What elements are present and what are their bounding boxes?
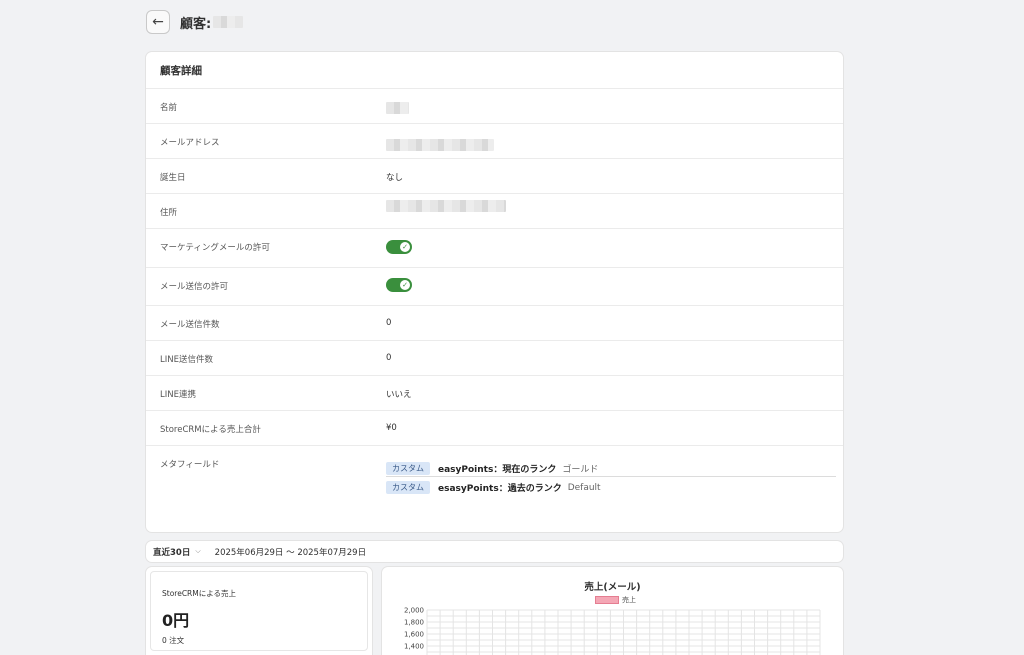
row-line-link: LINE連携 いいえ: [146, 376, 843, 411]
row-email: メールアドレス: [146, 124, 843, 159]
redacted-email: [386, 139, 494, 151]
card-title: 顧客詳細: [146, 52, 843, 89]
metafield-item: カスタム esasyPoints：過去のランク Default: [386, 479, 836, 496]
back-button[interactable]: ←: [146, 10, 170, 34]
row-name: 名前: [146, 89, 843, 124]
metafield-item: カスタム easyPoints：現在のランク ゴールド: [386, 460, 836, 477]
page-header: ← 顧客:: [146, 10, 244, 34]
y-tick-label: 1,600: [404, 631, 424, 639]
check-icon: ✓: [400, 242, 410, 252]
page-title: 顧客:: [180, 13, 244, 32]
row-birthday: 誕生日 なし: [146, 159, 843, 194]
sales-chart-card: 売上(メール) 売上 2,000 1,800 1,600 1,400: [382, 567, 843, 655]
row-marketing-permission: マーケティングメールの許可 ✓: [146, 229, 843, 268]
date-range-text: 2025年06月29日 〜 2025年07月29日: [214, 547, 367, 558]
date-range-bar: 直近30日 ⌵ 2025年06月29日 〜 2025年07月29日: [146, 541, 843, 562]
marketing-email-toggle[interactable]: ✓: [386, 240, 412, 254]
sales-value: 0円: [162, 611, 190, 630]
row-sales-total: StoreCRMによる売上合計 ¥0: [146, 411, 843, 446]
row-address: 住所: [146, 194, 843, 229]
orders-count: 0 注文: [162, 636, 185, 645]
row-metafield: メタフィールド カスタム easyPoints：現在のランク ゴールド カスタム…: [146, 446, 843, 506]
row-mail-permission: メール送信の許可 ✓: [146, 268, 843, 306]
chevron-down-icon[interactable]: ⌵: [195, 547, 200, 556]
mail-send-toggle[interactable]: ✓: [386, 278, 412, 292]
metafield-tag: カスタム: [386, 461, 430, 475]
customer-detail-card: 顧客詳細 名前 メールアドレス 誕生日 なし 住所 マーケティングメールの許可 …: [146, 52, 843, 532]
metafield-tag: カスタム: [386, 481, 430, 494]
row-line-count: LINE送信件数 0: [146, 341, 843, 376]
redacted-customer-name: [213, 16, 244, 28]
sales-summary-box: StoreCRMによる売上 0円 0 注文: [150, 571, 368, 651]
chart-plot: 2,000 1,800 1,600 1,400: [404, 607, 821, 655]
redacted-address: [386, 200, 506, 212]
date-range-select[interactable]: 直近30日: [153, 546, 190, 558]
sales-summary-card: StoreCRMによる売上 0円 0 注文: [146, 567, 372, 655]
arrow-left-icon: ←: [152, 14, 164, 30]
redacted-name: [386, 102, 409, 114]
row-mail-count: メール送信件数 0: [146, 306, 843, 341]
y-tick-label: 1,800: [404, 619, 424, 627]
y-tick-label: 2,000: [404, 607, 424, 615]
check-icon: ✓: [400, 280, 410, 290]
y-tick-label: 1,400: [404, 643, 424, 651]
